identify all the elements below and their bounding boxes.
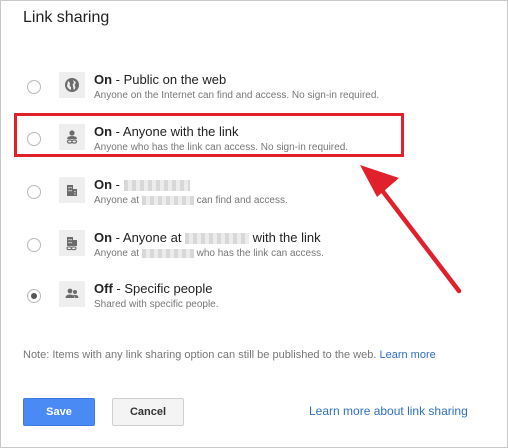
redacted-domain [141,195,194,205]
option-title: On - Public on the web [94,72,226,87]
option-specific-people[interactable]: Off - Specific people Shared with specif… [21,281,491,321]
option-state: On [94,177,113,192]
radio-domain-with-link[interactable] [27,238,41,252]
building-link-icon [59,230,85,256]
people-icon [59,281,85,307]
radio-domain-find[interactable] [27,185,41,199]
save-button[interactable]: Save [23,398,95,426]
description-prefix: Anyone at [94,195,142,206]
option-state: On [94,230,113,245]
option-description: Shared with specific people. [94,299,219,310]
option-domain-with-link[interactable]: On - Anyone at with the link Anyone at w… [21,230,491,270]
learn-more-link-sharing[interactable]: Learn more about link sharing [309,404,468,418]
cancel-button[interactable]: Cancel [112,398,184,426]
link-sharing-dialog: Link sharing On - Public on the web Anyo… [0,0,508,448]
option-public-on-web[interactable]: On - Public on the web Anyone on the Int… [21,72,491,112]
note-text: Note: Items with any link sharing option… [23,349,380,361]
option-title: On - Anyone at with the link [94,230,321,245]
redacted-domain [141,248,194,258]
radio-public-on-web[interactable] [27,80,41,94]
globe-icon [59,72,85,98]
option-description: Anyone on the Internet can find and acce… [94,90,380,101]
dialog-title: Link sharing [23,9,110,26]
option-state: Off [94,281,113,296]
annotation-highlight-box [14,113,404,157]
description-suffix: can find and access. [193,195,288,206]
description-suffix: who has the link can access. [193,248,324,259]
option-label: - [112,177,124,192]
redacted-domain [185,233,250,245]
option-label-suffix: with the link [249,230,321,245]
option-label: - Anyone at [112,230,186,245]
option-description: Anyone at who has the link can access. [94,248,324,259]
sharing-note: Note: Items with any link sharing option… [23,349,436,361]
option-domain-find[interactable]: On - Anyone at can find and access. [21,177,491,217]
redacted-domain [123,180,190,192]
option-title: Off - Specific people [94,281,213,296]
option-state: On [94,72,113,87]
description-prefix: Anyone at [94,248,142,259]
option-label: - Specific people [112,281,213,296]
radio-specific-people[interactable] [27,289,41,303]
building-icon [59,177,85,203]
option-label: - Public on the web [112,72,227,87]
option-description: Anyone at can find and access. [94,195,288,206]
note-learn-more-link[interactable]: Learn more [379,349,435,361]
option-title: On - [94,177,190,192]
